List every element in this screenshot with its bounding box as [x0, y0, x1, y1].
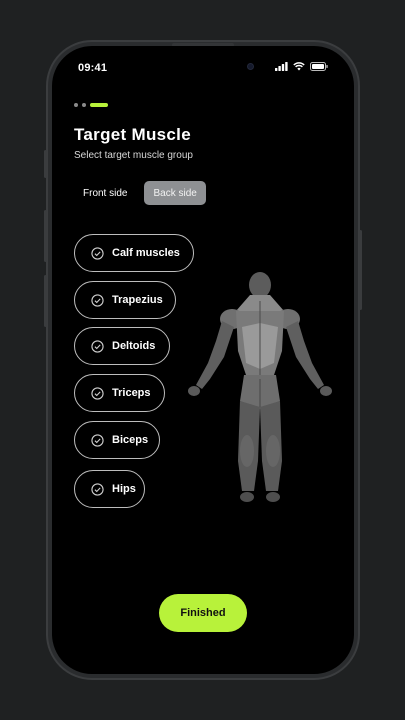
- check-circle-icon: [91, 339, 104, 353]
- body-head: [249, 272, 271, 298]
- back-side-button[interactable]: Back side: [144, 181, 206, 205]
- step-indicator: [74, 103, 108, 107]
- step-current: [90, 103, 108, 107]
- body-side-toggle: Front side Back side: [74, 181, 206, 205]
- battery-icon: [310, 62, 328, 71]
- step-dot: [74, 103, 78, 107]
- volume-up-button: [44, 210, 47, 262]
- body-hand-left: [188, 386, 200, 396]
- muscle-label: Deltoids: [112, 340, 156, 352]
- front-side-button[interactable]: Front side: [74, 181, 136, 205]
- page-subtitle: Select target muscle group: [74, 150, 193, 161]
- camera-icon: [247, 63, 254, 70]
- power-button: [359, 230, 362, 310]
- check-circle-icon: [91, 293, 104, 307]
- muscle-label: Trapezius: [112, 294, 163, 306]
- status-icons: [275, 62, 328, 71]
- status-time: 09:41: [78, 62, 108, 74]
- muscle-option-trapezius[interactable]: Trapezius: [74, 281, 176, 319]
- signal-icon: [275, 62, 288, 71]
- body-hand-right: [320, 386, 332, 396]
- check-circle-icon: [91, 386, 104, 400]
- body-calf-left: [240, 435, 254, 467]
- muscle-option-hips[interactable]: Hips: [74, 470, 145, 508]
- volume-down-button: [44, 275, 47, 327]
- body-foot-left: [240, 492, 254, 502]
- muscle-label: Triceps: [112, 387, 151, 399]
- step-dot: [82, 103, 86, 107]
- muscle-label: Hips: [112, 483, 136, 495]
- page-title: Target Muscle: [74, 125, 191, 144]
- check-circle-icon: [91, 246, 104, 260]
- muscle-label: Calf muscles: [112, 247, 180, 259]
- body-back-figure: [188, 272, 332, 502]
- body-foot-right: [266, 492, 280, 502]
- body-arm-left: [196, 321, 234, 389]
- muscle-option-biceps[interactable]: Biceps: [74, 421, 160, 459]
- finished-button[interactable]: Finished: [159, 594, 247, 632]
- muscle-label: Biceps: [112, 434, 149, 446]
- muscle-option-calf-muscles[interactable]: Calf muscles: [74, 234, 194, 272]
- wifi-icon: [293, 62, 305, 71]
- check-circle-icon: [91, 433, 104, 447]
- dynamic-island: [170, 52, 238, 70]
- body-calf-right: [266, 435, 280, 467]
- mute-switch: [44, 150, 47, 178]
- muscle-option-triceps[interactable]: Triceps: [74, 374, 165, 412]
- phone-screen: 09:41 Target Muscle Select target muscle…: [52, 46, 354, 674]
- check-circle-icon: [91, 482, 104, 496]
- muscle-option-deltoids[interactable]: Deltoids: [74, 327, 170, 365]
- body-arm-right: [286, 321, 324, 389]
